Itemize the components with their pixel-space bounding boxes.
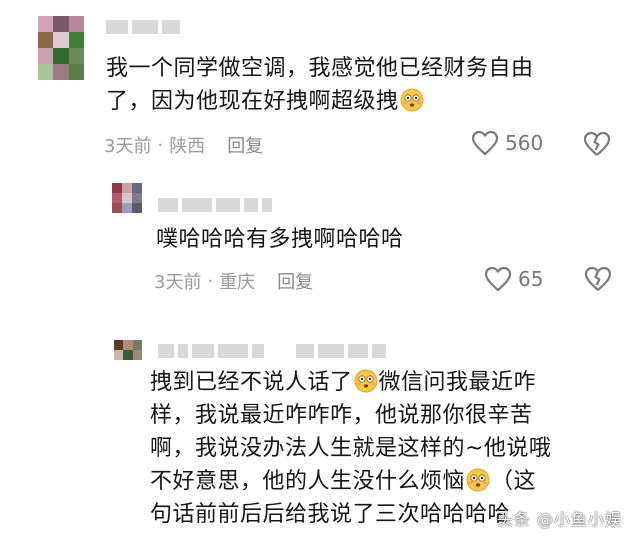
avatar-pixel bbox=[112, 183, 122, 193]
like-button[interactable]: 65 bbox=[484, 266, 543, 292]
avatar[interactable] bbox=[114, 340, 142, 360]
avatar-pixel bbox=[38, 64, 54, 80]
avatar-pixel bbox=[68, 48, 84, 64]
comment-location: 重庆 bbox=[219, 272, 256, 293]
avatar-pixel bbox=[112, 193, 122, 203]
avatar[interactable] bbox=[112, 183, 142, 213]
username-redacted[interactable] bbox=[158, 344, 386, 358]
comment-line: 我一个同学做空调，我感觉他已经财务自由 bbox=[106, 56, 534, 81]
like-count: 560 bbox=[505, 131, 544, 155]
avatar-pixel bbox=[68, 16, 84, 32]
comment-line: 拽到已经不说人话了 微信问我最近咋 bbox=[150, 369, 537, 395]
watermark: 头条 @小鱼小娱 bbox=[496, 510, 622, 529]
comment-meta: 3天前 · 重庆 回复 bbox=[154, 268, 313, 294]
avatar-pixel bbox=[122, 183, 132, 193]
comment-time: 3天前 bbox=[104, 136, 152, 157]
avatar[interactable] bbox=[38, 16, 84, 80]
avatar-pixel bbox=[53, 16, 69, 32]
username-redacted[interactable] bbox=[106, 20, 180, 34]
avatar-pixel bbox=[132, 203, 142, 213]
flushed-face-emoji bbox=[354, 369, 378, 393]
flushed-face-emoji bbox=[466, 468, 490, 492]
flushed-face-emoji bbox=[400, 88, 424, 112]
comment-time: 3天前 bbox=[154, 272, 202, 293]
comment-line: 样，我说最近咋咋咋，他说那你很辛苦 bbox=[150, 403, 533, 428]
comment-line: 噗哈哈哈有多拽啊哈哈哈 bbox=[156, 227, 404, 252]
avatar-pixel bbox=[53, 64, 69, 80]
avatar-pixel bbox=[114, 340, 124, 350]
avatar-pixel bbox=[68, 64, 84, 80]
avatar-pixel bbox=[68, 32, 84, 48]
comment-location: 陕西 bbox=[169, 136, 206, 157]
avatar-pixel bbox=[132, 340, 142, 350]
comment-line: 了，因为他现在好拽啊超级拽 bbox=[106, 85, 626, 118]
broken-heart-icon[interactable] bbox=[583, 131, 611, 157]
avatar-pixel bbox=[38, 16, 54, 32]
avatar-pixel bbox=[114, 350, 124, 360]
meta-dot: · bbox=[157, 134, 164, 156]
avatar-pixel bbox=[53, 48, 69, 64]
avatar-pixel bbox=[123, 350, 133, 360]
avatar-pixel bbox=[132, 350, 142, 360]
broken-heart-icon[interactable] bbox=[584, 266, 612, 292]
avatar-pixel bbox=[38, 32, 54, 48]
avatar-pixel bbox=[38, 48, 54, 64]
thumbs-up-outline-icon bbox=[471, 130, 499, 156]
avatar-pixel bbox=[53, 32, 69, 48]
username-redacted[interactable] bbox=[158, 198, 272, 212]
comment-line: 啊，我说没办法人生就是这样的~他说哦 bbox=[150, 436, 552, 461]
avatar-pixel bbox=[132, 183, 142, 193]
reply-button[interactable]: 回复 bbox=[277, 268, 313, 294]
avatar-pixel bbox=[112, 203, 122, 213]
comment-meta: 3天前 · 陕西 回复 bbox=[104, 132, 263, 158]
avatar-pixel bbox=[123, 340, 133, 350]
avatar-pixel bbox=[122, 203, 132, 213]
comment-text: 我一个同学做空调，我感觉他已经财务自由 了，因为他现在好拽啊超级拽 bbox=[106, 52, 626, 118]
reply-button[interactable]: 回复 bbox=[227, 132, 263, 158]
meta-dot: · bbox=[207, 270, 214, 292]
comment-line: 不好意思，他的人生没什么烦恼 （这 bbox=[150, 468, 537, 494]
comment-text: 噗哈哈哈有多拽啊哈哈哈 bbox=[156, 223, 616, 256]
like-count: 65 bbox=[518, 267, 544, 291]
avatar-pixel bbox=[122, 193, 132, 203]
avatar-pixel bbox=[132, 193, 142, 203]
like-button[interactable]: 560 bbox=[471, 130, 543, 156]
thumbs-up-outline-icon bbox=[484, 266, 512, 292]
